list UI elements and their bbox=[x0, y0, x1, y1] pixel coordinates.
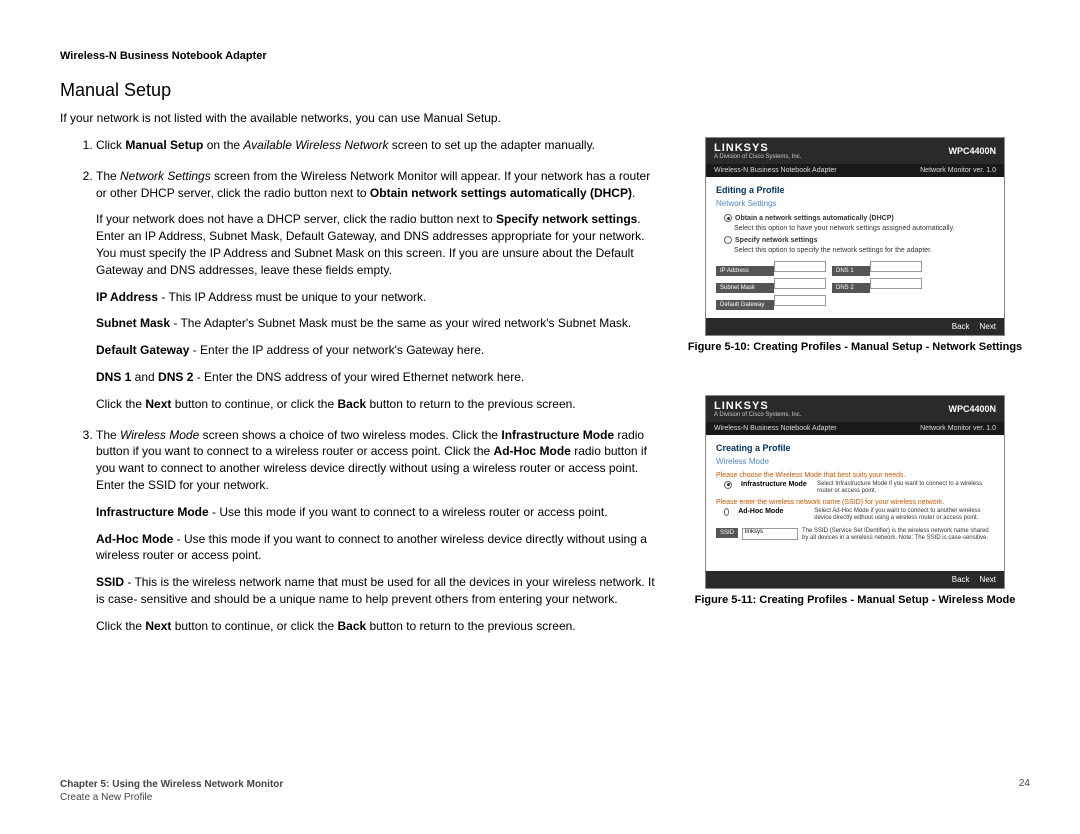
radio-infrastructure[interactable] bbox=[724, 481, 732, 489]
step-3: The Wireless Mode screen shows a choice … bbox=[96, 427, 660, 635]
subnet-input[interactable] bbox=[774, 278, 826, 289]
gateway-input[interactable] bbox=[774, 295, 826, 306]
dns1-input[interactable] bbox=[870, 261, 922, 272]
figure-caption-5-10: Figure 5-10: Creating Profiles - Manual … bbox=[688, 340, 1022, 354]
screenshot-network-settings: LINKSYS A Division of Cisco Systems, Inc… bbox=[705, 137, 1005, 336]
screenshot-wireless-mode: LINKSYS A Division of Cisco Systems, Inc… bbox=[705, 395, 1005, 589]
step-1: Click Manual Setup on the Available Wire… bbox=[96, 137, 660, 154]
back-button[interactable]: Back bbox=[952, 322, 970, 331]
radio-specify[interactable] bbox=[724, 236, 732, 244]
figure-caption-5-11: Figure 5-11: Creating Profiles - Manual … bbox=[695, 593, 1016, 607]
radio-dhcp[interactable] bbox=[724, 214, 732, 222]
dns2-input[interactable] bbox=[870, 278, 922, 289]
radio-adhoc[interactable] bbox=[724, 508, 729, 516]
back-button[interactable]: Back bbox=[952, 575, 970, 584]
step-2: The Network Settings screen from the Wir… bbox=[96, 168, 660, 413]
figure-5-11: LINKSYS A Division of Cisco Systems, Inc… bbox=[680, 395, 1030, 607]
page-footer: Chapter 5: Using the Wireless Network Mo… bbox=[60, 778, 1030, 804]
doc-header: Wireless-N Business Notebook Adapter bbox=[60, 50, 1030, 62]
page-title: Manual Setup bbox=[60, 80, 1030, 101]
intro-text: If your network is not listed with the a… bbox=[60, 111, 1030, 125]
figure-5-10: LINKSYS A Division of Cisco Systems, Inc… bbox=[680, 137, 1030, 355]
next-button[interactable]: Next bbox=[980, 575, 996, 584]
ip-input[interactable] bbox=[774, 261, 826, 272]
ssid-input[interactable]: linksys bbox=[742, 528, 798, 540]
next-button[interactable]: Next bbox=[980, 322, 996, 331]
main-content: Click Manual Setup on the Available Wire… bbox=[60, 137, 660, 649]
